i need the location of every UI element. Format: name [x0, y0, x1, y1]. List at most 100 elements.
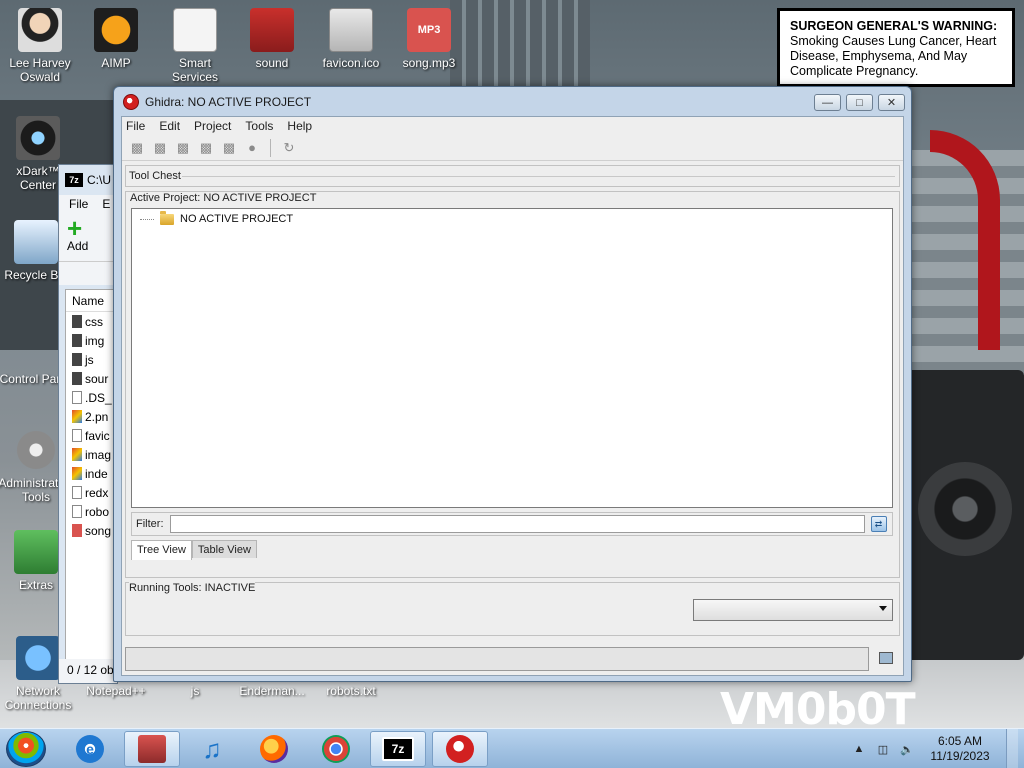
open-project-button[interactable]: ▩ — [151, 139, 169, 157]
desktop-icon-notepad-plus-plus[interactable]: Notepad++ — [78, 684, 154, 698]
list-item[interactable]: robo — [66, 502, 118, 521]
ghidra-client-area: File Edit Project Tools Help ▩ ▩ ▩ ▩ ▩ ●… — [121, 116, 904, 676]
taskbar-ghidra[interactable] — [432, 731, 488, 767]
close-button[interactable]: ✕ — [878, 94, 905, 111]
show-desktop-button[interactable] — [1006, 729, 1018, 768]
taskbar-archive-app[interactable] — [124, 731, 180, 767]
minimize-icon: — — [822, 96, 833, 109]
list-item[interactable]: inde — [66, 464, 118, 483]
menu-file[interactable]: File — [126, 119, 145, 133]
list-item[interactable]: 2.pn — [66, 407, 118, 426]
list-item[interactable]: .DS_ — [66, 388, 118, 407]
filter-options-icon: ⇄ — [874, 518, 883, 529]
archive-project-button[interactable]: ● — [243, 139, 261, 157]
list-item[interactable]: imag — [66, 445, 118, 464]
text-file-icon — [72, 505, 82, 518]
desktop-icon-label: robots.txt — [326, 684, 376, 698]
project-tree[interactable]: NO ACTIVE PROJECT — [131, 208, 893, 508]
menubar: File Edit Project Tools Help — [122, 117, 903, 135]
network-tray-icon[interactable]: ◫ — [876, 742, 890, 756]
filter-options-button[interactable]: ⇄ — [870, 516, 887, 532]
html-file-icon — [72, 467, 82, 480]
taskbar-chrome[interactable] — [308, 731, 364, 767]
warning-heading: SURGEON GENERAL'S WARNING: — [790, 19, 998, 33]
toolbar-separator — [270, 138, 271, 157]
tab-table-view[interactable]: Table View — [191, 540, 257, 558]
desktop-icon-robots-txt[interactable]: robots.txt — [313, 684, 389, 698]
refresh-button[interactable]: ↻ — [280, 139, 298, 157]
plus-icon: + — [67, 213, 83, 243]
list-item[interactable]: favic — [66, 426, 118, 445]
running-tools-label: Running Tools: INACTIVE — [129, 582, 256, 594]
menu-project[interactable]: Project — [194, 119, 231, 133]
folder-icon — [72, 353, 82, 366]
console-icon[interactable] — [879, 652, 893, 664]
seven-zip-file-list[interactable]: Name css img js sour .DS_ 2.pn favic ima… — [65, 289, 119, 669]
ghidra-dragon-icon — [123, 94, 139, 110]
clock[interactable]: 6:05 AM 11/19/2023 — [924, 734, 996, 764]
menu-tools[interactable]: Tools — [245, 119, 273, 133]
list-item[interactable]: js — [66, 350, 118, 369]
list-item[interactable]: song — [66, 521, 118, 540]
list-item[interactable]: sour — [66, 369, 118, 388]
taskbar-music-player[interactable]: ♫ — [184, 731, 240, 767]
seven-zip-icon: 7z — [382, 737, 414, 761]
seven-zip-menu-file[interactable]: File — [69, 197, 88, 211]
minimize-button[interactable]: — — [814, 94, 841, 111]
tree-root-node[interactable]: NO ACTIVE PROJECT — [140, 210, 294, 225]
seven-zip-window[interactable]: 7z C:\U File E + Add Name css img js sou… — [58, 164, 119, 684]
desktop-icon-aimp[interactable]: AIMP — [78, 8, 154, 70]
delete-project-button[interactable]: ▩ — [220, 139, 238, 157]
filter-input[interactable] — [169, 515, 865, 533]
taskbar-firefox[interactable] — [246, 731, 302, 767]
seven-zip-address-bar[interactable] — [59, 261, 117, 285]
ghidra-window[interactable]: Ghidra: NO ACTIVE PROJECT — □ ✕ File Edi… — [113, 86, 912, 682]
clock-date: 11/19/2023 — [930, 749, 990, 763]
background-red-cable — [930, 130, 1000, 350]
image-file-icon — [72, 448, 82, 461]
desktop-icon-smart-services[interactable]: Smart Services — [157, 8, 233, 84]
mp3-file-icon: MP3 — [407, 8, 451, 52]
seven-zip-add-button[interactable]: + Add — [67, 213, 117, 253]
seven-zip-menu-edit[interactable]: E — [102, 197, 110, 211]
desktop-icon-lee-harvey-oswald[interactable]: Lee Harvey Oswald — [2, 8, 78, 84]
close-project-icon: ▩ — [176, 139, 190, 155]
open-project-icon: ▩ — [153, 139, 167, 155]
extras-icon — [14, 530, 58, 574]
tree-connector — [140, 218, 154, 220]
start-button[interactable] — [6, 731, 46, 767]
tree-root-label: NO ACTIVE PROJECT — [180, 213, 294, 225]
desktop-icon-sound[interactable]: sound — [234, 8, 310, 70]
view-tabs: Tree View Table View — [131, 540, 257, 560]
list-item[interactable]: redx — [66, 483, 118, 502]
seven-zip-toolbar: + Add — [59, 213, 117, 261]
new-project-button[interactable]: ▩ — [128, 139, 146, 157]
window-caption-buttons: — □ ✕ — [814, 94, 905, 111]
tool-chest-label: Tool Chest — [129, 170, 181, 182]
list-item[interactable]: css — [66, 312, 118, 331]
image-file-icon — [72, 410, 82, 423]
list-item[interactable]: img — [66, 331, 118, 350]
tab-tree-view[interactable]: Tree View — [131, 540, 192, 560]
chevron-down-icon — [879, 606, 887, 611]
folder-icon — [72, 334, 82, 347]
menu-help[interactable]: Help — [287, 119, 312, 133]
volume-muted-button[interactable]: 🔈 — [900, 742, 914, 756]
desktop-icon-js[interactable]: js — [157, 684, 233, 698]
ghidra-titlebar[interactable]: Ghidra: NO ACTIVE PROJECT — [114, 87, 911, 117]
maximize-button[interactable]: □ — [846, 94, 873, 111]
seven-zip-titlebar[interactable]: 7z C:\U — [59, 165, 117, 195]
seven-zip-column-name[interactable]: Name — [66, 290, 118, 312]
taskbar-internet-explorer[interactable]: e — [62, 731, 118, 767]
save-project-button[interactable]: ▩ — [197, 139, 215, 157]
internet-explorer-icon: e — [76, 735, 104, 763]
close-project-button[interactable]: ▩ — [174, 139, 192, 157]
menu-edit[interactable]: Edit — [159, 119, 180, 133]
running-tools-dropdown[interactable] — [693, 599, 893, 621]
desktop-icon-song-mp3[interactable]: MP3 song.mp3 — [391, 8, 467, 70]
desktop-icon-enderman[interactable]: Enderman... — [234, 684, 310, 698]
desktop-icon-favicon[interactable]: favicon.ico — [313, 8, 389, 70]
taskbar-seven-zip[interactable]: 7z — [370, 731, 426, 767]
show-hidden-icons-button[interactable]: ▲ — [852, 742, 866, 756]
document-icon — [173, 8, 217, 52]
